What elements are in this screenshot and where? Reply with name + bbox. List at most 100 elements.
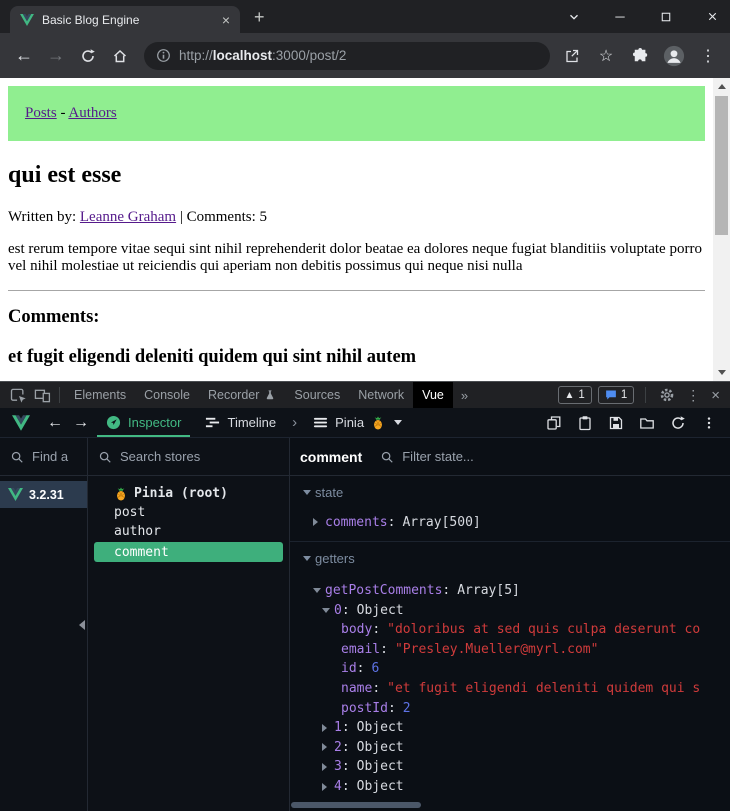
collapse-panel-arrow[interactable] [79, 620, 85, 630]
browser-menu-icon[interactable]: ⋮ [696, 44, 720, 68]
tree-row-getpostcomments[interactable]: getPostCommentsArray[5] [290, 581, 730, 601]
search-stores-input[interactable] [120, 449, 279, 464]
store-list: Pinia (root) post author comment [88, 476, 289, 562]
url-text[interactable]: http://localhost:3000/post/2 [179, 48, 346, 63]
vue-favicon [20, 14, 34, 26]
extensions-puzzle-icon[interactable] [628, 44, 652, 68]
tab-sources[interactable]: Sources [285, 382, 349, 408]
caret-down-icon[interactable] [322, 608, 334, 613]
vue-back-button[interactable]: ← [42, 414, 68, 432]
caret-down-icon[interactable] [303, 490, 315, 495]
tree-row-1[interactable]: 1Object [290, 718, 730, 738]
share-icon[interactable] [560, 44, 584, 68]
author-link[interactable]: Leanne Graham [80, 209, 176, 225]
tab-vue[interactable]: Vue [413, 382, 453, 408]
tab-console[interactable]: Console [135, 382, 199, 408]
caret-right-icon[interactable] [322, 724, 334, 732]
tree-row-3[interactable]: 3Object [290, 757, 730, 777]
page-viewport: Posts - Authors qui est esse Written by:… [0, 78, 730, 381]
caret-down-icon[interactable] [303, 556, 315, 561]
folder-icon[interactable] [638, 414, 656, 432]
caret-right-icon[interactable] [322, 783, 334, 791]
first-comment-title: et fugit eligendi deleniti quidem qui si… [8, 347, 705, 368]
home-button[interactable] [106, 42, 134, 70]
vue-logo [12, 415, 30, 431]
timeline-icon [205, 415, 220, 430]
site-info-icon[interactable] [156, 48, 171, 63]
profile-avatar[interactable] [662, 44, 686, 68]
caret-right-icon[interactable] [322, 763, 334, 771]
copy-icon[interactable] [545, 414, 563, 432]
tree-row-2[interactable]: 2Object [290, 738, 730, 758]
store-item-post[interactable]: post [88, 503, 289, 522]
tab-network[interactable]: Network [349, 382, 413, 408]
comments-heading: Comments: [8, 307, 705, 328]
tree-row-email[interactable]: email"Presley.Mueller@myrl.com" [290, 640, 730, 660]
tree-row-4[interactable]: 4Object [290, 777, 730, 797]
tab-search-chevron-icon[interactable] [566, 9, 582, 25]
tab-close-icon[interactable]: × [222, 13, 230, 27]
authors-link[interactable]: Authors [68, 105, 116, 121]
reload-button[interactable] [74, 42, 102, 70]
minimize-button[interactable]: ─ [612, 9, 628, 25]
devtools-close-icon[interactable]: × [709, 387, 724, 404]
error-badge[interactable]: ▲1 [558, 386, 592, 404]
app-version-item[interactable]: 3.2.31 [0, 481, 87, 508]
more-tabs-icon[interactable]: » [453, 388, 476, 403]
browser-tab[interactable]: Basic Blog Engine × [10, 6, 240, 33]
find-app-searchbox[interactable] [0, 438, 87, 476]
tree-row-id[interactable]: id6 [290, 659, 730, 679]
tree-row-body[interactable]: body"doloribus at sed quis culpa deserun… [290, 620, 730, 640]
tree-row-postid[interactable]: postId2 [290, 698, 730, 718]
bookmark-star-icon[interactable]: ☆ [594, 44, 618, 68]
tab-recorder[interactable]: Recorder [199, 382, 285, 408]
tree-section-state[interactable]: state [290, 483, 730, 503]
tab-title: Basic Blog Engine [42, 13, 214, 27]
nav-separator: - [60, 105, 65, 121]
inspector-selector-pinia[interactable]: Pinia [301, 408, 414, 437]
url-bar[interactable]: http://localhost:3000/post/2 [144, 42, 550, 70]
tree-row-comments[interactable]: commentsArray[500] [290, 513, 730, 533]
store-item-author[interactable]: author [88, 522, 289, 541]
tab-elements[interactable]: Elements [65, 382, 135, 408]
tree-row-name[interactable]: name"et fugit eligendi deleniti quidem q… [290, 679, 730, 699]
state-group: state commentsArray[500] [290, 476, 730, 542]
scrollbar-thumb[interactable] [715, 96, 728, 235]
compass-icon [106, 415, 121, 430]
new-tab-button[interactable]: + [254, 8, 265, 26]
back-button[interactable]: ← [10, 42, 38, 70]
message-badge[interactable]: 1 [598, 386, 634, 404]
close-window-button[interactable] [704, 9, 720, 25]
clipboard-icon[interactable] [576, 414, 594, 432]
horizontal-scrollbar-thumb[interactable] [291, 802, 421, 808]
tab-timeline[interactable]: Timeline [193, 408, 288, 437]
vue-forward-button[interactable]: → [68, 414, 94, 432]
search-stores-box[interactable] [88, 438, 289, 476]
find-app-input[interactable] [32, 449, 77, 464]
state-panel: comment state commentsArray[500] getters… [290, 438, 730, 811]
store-item-comment[interactable]: comment [94, 542, 283, 562]
maximize-button[interactable] [658, 9, 674, 25]
filter-state-input[interactable] [402, 449, 720, 464]
tree-section-getters[interactable]: getters [290, 549, 730, 569]
scroll-up-arrow[interactable] [713, 78, 730, 95]
devtools-menu-icon[interactable]: ⋮ [683, 385, 703, 405]
caret-right-icon[interactable] [313, 518, 325, 526]
search-icon [380, 450, 394, 464]
device-toolbar-icon[interactable] [30, 385, 54, 405]
tree-row-0[interactable]: 0Object [290, 600, 730, 620]
posts-link[interactable]: Posts [25, 105, 57, 121]
save-icon[interactable] [607, 414, 625, 432]
devtools-settings-gear-icon[interactable] [657, 385, 677, 405]
page-scrollbar[interactable] [713, 78, 730, 381]
vue-menu-icon[interactable] [700, 414, 718, 432]
inspect-element-icon[interactable] [6, 385, 30, 405]
caret-right-icon[interactable] [322, 743, 334, 751]
caret-down-icon[interactable] [313, 588, 325, 593]
scroll-down-arrow[interactable] [713, 364, 730, 381]
tab-inspector[interactable]: Inspector [94, 408, 193, 437]
store-item-pinia-root[interactable]: Pinia (root) [88, 484, 289, 503]
vue-logo [8, 488, 23, 501]
refresh-icon[interactable] [669, 414, 687, 432]
forward-button[interactable]: → [42, 42, 70, 70]
